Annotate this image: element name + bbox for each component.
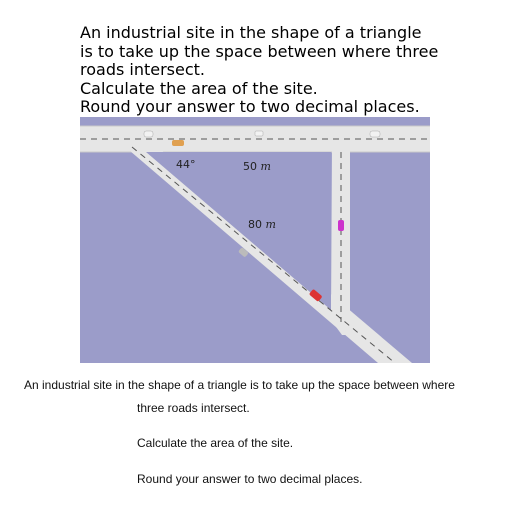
body-line: three roads intersect. xyxy=(137,401,250,415)
side-unit: m xyxy=(261,160,271,173)
heading-line: An industrial site in the shape of a tri… xyxy=(80,23,422,42)
heading-line: Calculate the area of the site. xyxy=(80,78,318,98)
side-label-50: 50 m xyxy=(243,160,271,173)
heading-line: is to take up the space between where th… xyxy=(80,41,439,61)
heading-line: roads intersect. xyxy=(80,60,206,79)
diagram-svg: 44° 50 m 80 m xyxy=(80,117,430,363)
car-icon xyxy=(172,140,184,146)
question-heading: An industrial site in the shape of a tri… xyxy=(80,23,500,117)
body-line: Calculate the area of the site. xyxy=(137,436,294,450)
car-icon xyxy=(369,130,381,138)
side-value: 80 xyxy=(248,218,262,231)
car-icon xyxy=(143,130,154,138)
side-unit: m xyxy=(266,218,276,231)
body-line: An industrial site in the shape of a tri… xyxy=(24,378,455,392)
body-line: Round your answer to two decimal places. xyxy=(137,472,363,486)
car-icon xyxy=(254,130,264,137)
angle-label: 44° xyxy=(176,158,196,171)
heading-line: Round your answer to two decimal places. xyxy=(80,97,420,116)
road-intersection-diagram: 44° 50 m 80 m xyxy=(80,117,430,363)
car-icon xyxy=(338,220,344,231)
side-value: 50 xyxy=(243,160,257,173)
side-label-80: 80 m xyxy=(248,218,276,231)
